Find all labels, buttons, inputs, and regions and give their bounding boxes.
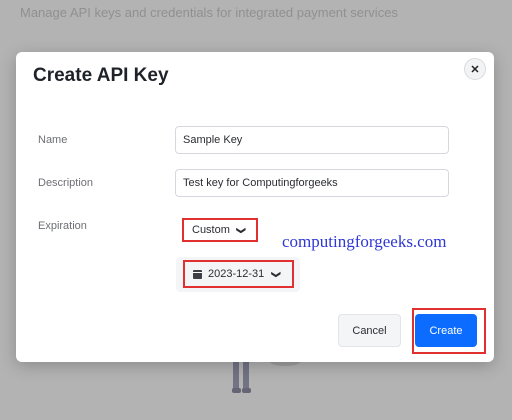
watermark-text: computingforgeeks.com — [282, 232, 447, 251]
chevron-down-icon: ❯ — [236, 226, 247, 234]
name-input[interactable]: Sample Key — [175, 126, 449, 154]
create-button[interactable]: Create — [415, 314, 477, 347]
expiration-date-value: 2023-12-31 — [208, 268, 265, 280]
modal-title: Create API Key — [33, 65, 169, 86]
chevron-down-icon: ❯ — [271, 270, 282, 278]
name-label: Name — [38, 134, 68, 146]
expiration-date-picker[interactable]: 2023-12-31 ❯ — [183, 260, 294, 288]
cancel-button[interactable]: Cancel — [338, 314, 401, 347]
close-icon: ✕ — [470, 63, 480, 76]
close-button[interactable]: ✕ — [464, 58, 486, 80]
description-label: Description — [38, 177, 94, 189]
description-input[interactable]: Test key for Computingforgeeks — [175, 169, 449, 197]
expiration-select-value: Custom — [192, 224, 230, 236]
calendar-icon — [193, 269, 202, 279]
create-api-key-modal: Create API Key ✕ Name Sample Key Descrip… — [16, 52, 494, 362]
expiration-select[interactable]: Custom ❯ — [182, 218, 258, 242]
expiration-label: Expiration — [38, 220, 87, 232]
